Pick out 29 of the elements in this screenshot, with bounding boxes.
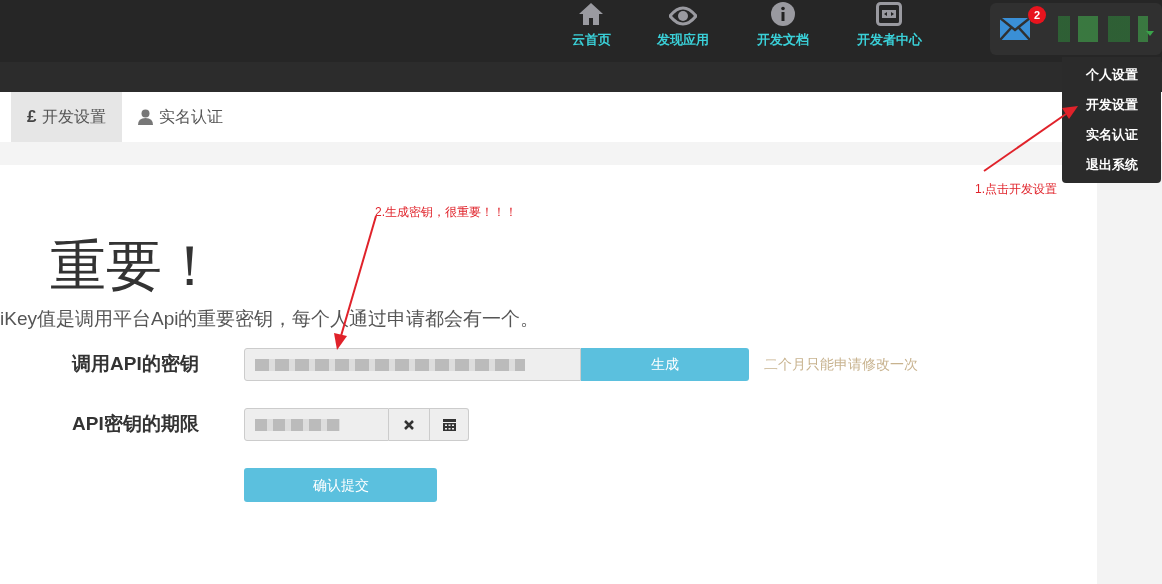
heading: 重要！ [49, 234, 219, 298]
eye-icon [669, 5, 698, 26]
caret-icon[interactable] [1146, 31, 1154, 36]
nav-link[interactable]: 开发者中心 [821, 0, 958, 58]
annotation-text: 2.生成密钥，很重要！！！ [375, 204, 517, 221]
field-label: API密钥的期限 [71, 412, 200, 437]
nav-link[interactable]: 开发文档 [744, 0, 822, 58]
menu-item[interactable]: 开发设置 [1085, 90, 1138, 120]
nav-link[interactable]: 云首页 [560, 0, 623, 58]
menu-item[interactable]: 退出系统 [1085, 150, 1138, 180]
calendar-icon [442, 418, 456, 431]
redacted-date-field[interactable] [244, 408, 389, 441]
user-panel[interactable]: 2 [990, 3, 1162, 55]
mail-icon[interactable] [1000, 18, 1031, 40]
clear-button[interactable] [389, 408, 430, 441]
nav-link[interactable]: 发现应用 [622, 0, 745, 58]
field-label: 调用API的密钥 [70, 352, 200, 377]
tab[interactable]: £ 开发设置 [11, 92, 123, 142]
calendar-button[interactable] [430, 408, 469, 441]
redacted-key-field[interactable] [244, 348, 581, 381]
user-icon [138, 109, 154, 125]
menu-item[interactable]: 实名认证 [1085, 120, 1138, 150]
pound-icon: £ [27, 104, 37, 130]
home-icon [578, 1, 605, 26]
close-icon [404, 419, 414, 430]
menu-item[interactable]: 个人设置 [1085, 60, 1138, 90]
annotation-text: 1.点击开发设置 [975, 181, 1057, 198]
notification-badge: 2 [1028, 6, 1047, 24]
hint-text: 二个月只能申请修改一次 [764, 355, 918, 374]
